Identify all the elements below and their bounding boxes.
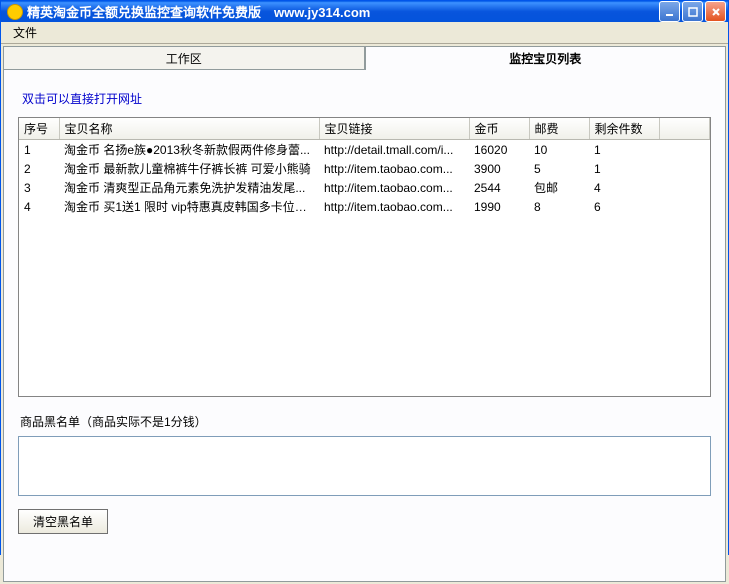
tab-monitor[interactable]: 监控宝贝列表 bbox=[365, 46, 727, 70]
cell-gold: 3900 bbox=[469, 159, 529, 178]
cell-ship: 5 bbox=[529, 159, 589, 178]
item-table[interactable]: 序号 宝贝名称 宝贝链接 金币 邮费 剩余件数 1淘金币 名扬e族●2013秋冬… bbox=[19, 118, 710, 216]
tab-panel-monitor: 双击可以直接打开网址 序号 宝贝名称 宝贝链接 金币 邮费 剩余件数 bbox=[3, 70, 726, 582]
cell-no: 2 bbox=[19, 159, 59, 178]
cell-name: 淘金币 最新款儿童棉裤牛仔裤长裤 可爱小熊骑 bbox=[59, 159, 319, 178]
blacklist-label: 商品黑名单（商品实际不是1分钱） bbox=[20, 413, 711, 430]
cell-remain: 6 bbox=[589, 197, 659, 216]
col-gold[interactable]: 金币 bbox=[469, 118, 529, 140]
table-row[interactable]: 4淘金币 买1送1 限时 vip特惠真皮韩国多卡位卡...http://item… bbox=[19, 197, 710, 216]
cell-spacer bbox=[659, 178, 710, 197]
tab-workarea[interactable]: 工作区 bbox=[3, 46, 365, 70]
cell-spacer bbox=[659, 159, 710, 178]
cell-ship: 包邮 bbox=[529, 178, 589, 197]
cell-no: 1 bbox=[19, 140, 59, 160]
table-header-row: 序号 宝贝名称 宝贝链接 金币 邮费 剩余件数 bbox=[19, 118, 710, 140]
cell-ship: 10 bbox=[529, 140, 589, 160]
cell-name: 淘金币 买1送1 限时 vip特惠真皮韩国多卡位卡... bbox=[59, 197, 319, 216]
menu-file[interactable]: 文件 bbox=[5, 22, 45, 43]
cell-link: http://item.taobao.com... bbox=[319, 159, 469, 178]
col-link[interactable]: 宝贝链接 bbox=[319, 118, 469, 140]
col-spacer bbox=[659, 118, 710, 140]
app-window: 精英淘金币全额兑换监控查询软件免费版 www.jy314.com 文件 工作区 … bbox=[0, 0, 729, 555]
col-remain[interactable]: 剩余件数 bbox=[589, 118, 659, 140]
titlebar[interactable]: 精英淘金币全额兑换监控查询软件免费版 www.jy314.com bbox=[1, 1, 728, 22]
minimize-button[interactable] bbox=[659, 1, 680, 22]
cell-remain: 1 bbox=[589, 140, 659, 160]
tab-strip: 工作区 监控宝贝列表 bbox=[3, 46, 726, 70]
menubar: 文件 bbox=[1, 22, 728, 44]
cell-link: http://item.taobao.com... bbox=[319, 197, 469, 216]
cell-spacer bbox=[659, 197, 710, 216]
content-area: 工作区 监控宝贝列表 双击可以直接打开网址 序号 宝贝名称 宝贝链接 金币 邮费… bbox=[1, 44, 728, 584]
window-controls bbox=[659, 1, 726, 22]
col-name[interactable]: 宝贝名称 bbox=[59, 118, 319, 140]
table-row[interactable]: 1淘金币 名扬e族●2013秋冬新款假两件修身蕾...http://detail… bbox=[19, 140, 710, 160]
close-button[interactable] bbox=[705, 1, 726, 22]
table-row[interactable]: 3淘金币 清爽型正品角元素免洗护发精油发尾...http://item.taob… bbox=[19, 178, 710, 197]
item-table-wrap: 序号 宝贝名称 宝贝链接 金币 邮费 剩余件数 1淘金币 名扬e族●2013秋冬… bbox=[18, 117, 711, 397]
cell-name: 淘金币 清爽型正品角元素免洗护发精油发尾... bbox=[59, 178, 319, 197]
window-title: 精英淘金币全额兑换监控查询软件免费版 www.jy314.com bbox=[27, 2, 659, 21]
cell-no: 4 bbox=[19, 197, 59, 216]
col-no[interactable]: 序号 bbox=[19, 118, 59, 140]
cell-link: http://detail.tmall.com/i... bbox=[319, 140, 469, 160]
blacklist-input[interactable] bbox=[18, 436, 711, 496]
clear-blacklist-button[interactable]: 清空黑名单 bbox=[18, 509, 108, 534]
cell-link: http://item.taobao.com... bbox=[319, 178, 469, 197]
cell-gold: 16020 bbox=[469, 140, 529, 160]
table-row[interactable]: 2淘金币 最新款儿童棉裤牛仔裤长裤 可爱小熊骑http://item.taoba… bbox=[19, 159, 710, 178]
cell-remain: 4 bbox=[589, 178, 659, 197]
col-ship[interactable]: 邮费 bbox=[529, 118, 589, 140]
hint-text: 双击可以直接打开网址 bbox=[22, 90, 711, 107]
cell-spacer bbox=[659, 140, 710, 160]
app-icon bbox=[7, 4, 23, 20]
cell-no: 3 bbox=[19, 178, 59, 197]
cell-gold: 2544 bbox=[469, 178, 529, 197]
maximize-button[interactable] bbox=[682, 1, 703, 22]
cell-remain: 1 bbox=[589, 159, 659, 178]
cell-name: 淘金币 名扬e族●2013秋冬新款假两件修身蕾... bbox=[59, 140, 319, 160]
cell-ship: 8 bbox=[529, 197, 589, 216]
cell-gold: 1990 bbox=[469, 197, 529, 216]
